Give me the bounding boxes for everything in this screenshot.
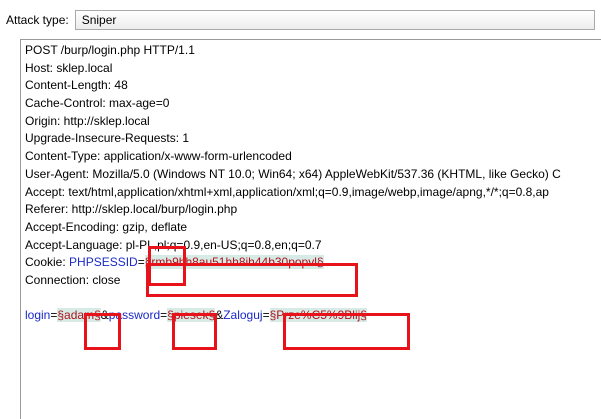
header-cookie: Cookie: PHPSESSID=§rmb9bh8au51hh8ih44b30… — [25, 254, 601, 272]
param-amp: & — [215, 308, 224, 323]
header-accept: Accept: text/html,application/xhtml+xml,… — [25, 184, 549, 199]
header-upgrade-insecure: Upgrade-Insecure-Requests: 1 — [25, 131, 190, 146]
param-login-name: login — [25, 308, 51, 323]
cookie-prefix: Cookie: — [25, 255, 70, 270]
cookie-name: PHPSESSID — [69, 255, 138, 270]
header-host: Host: sklep.local — [25, 60, 113, 75]
attack-type-value: Sniper — [81, 13, 117, 27]
cookie-payload-position[interactable]: §rmb9bh8au51hh8ih44b30popvl§ — [144, 255, 324, 270]
request-line: POST /burp/login.php HTTP/1.1 — [25, 43, 195, 57]
header-origin: Origin: http://sklep.local — [25, 113, 150, 128]
header-accept-encoding: Accept-Encoding: gzip, deflate — [25, 219, 188, 234]
param-login-payload[interactable]: §adam§ — [57, 308, 101, 323]
param-password-name: password — [108, 308, 161, 323]
request-lines: POST /burp/login.php HTTP/1.1 Host: skle… — [25, 42, 601, 325]
attack-type-select[interactable]: Sniper — [74, 10, 595, 30]
request-editor[interactable]: POST /burp/login.php HTTP/1.1 Host: skle… — [20, 39, 601, 419]
header-accept-language: Accept-Language: pl-PL,pl;q=0.9,en-US;q=… — [25, 237, 322, 252]
cookie-eq: = — [137, 255, 145, 270]
header-content-length: Content-Length: 48 — [25, 78, 128, 93]
header-content-type: Content-Type: application/x-www-form-url… — [25, 149, 292, 164]
param-zaloguj-name: Zaloguj — [223, 308, 263, 323]
param-zaloguj-payload[interactable]: §Prze%C5%9Blij§ — [269, 308, 367, 323]
param-eq: = — [262, 308, 270, 323]
attack-type-row: Attack type: Sniper — [6, 9, 595, 31]
header-user-agent: User-Agent: Mozilla/5.0 (Windows NT 10.0… — [25, 166, 561, 181]
attack-type-label: Attack type: — [6, 13, 69, 27]
header-cache-control: Cache-Control: max-age=0 — [25, 96, 170, 111]
header-referer: Referer: http://sklep.local/burp/login.p… — [25, 202, 238, 217]
param-password-payload[interactable]: §piesek§ — [167, 308, 216, 323]
header-connection: Connection: close — [25, 272, 121, 287]
param-amp: & — [100, 308, 109, 323]
request-body: login=§adam§&password=§piesek§&Zaloguj=§… — [25, 307, 601, 325]
